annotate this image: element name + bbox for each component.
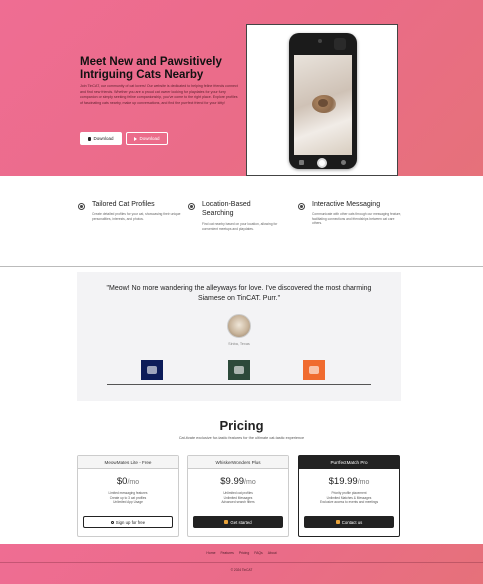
footer-link-faqs[interactable]: FAQs (254, 551, 262, 555)
footer-nav: Home Features Pricing FAQs About (0, 551, 483, 555)
feature-title: Location-Based Searching (202, 201, 251, 217)
phone-screen-cat-photo (294, 55, 352, 155)
get-started-button[interactable]: Get started (193, 516, 283, 528)
button-label: Sign up for free (115, 519, 146, 525)
section-divider (0, 266, 483, 267)
plan-features: Limited messaging features Create up to … (78, 491, 178, 505)
testimonial-section: "Meow! No more wandering the alleyways f… (77, 272, 401, 401)
chat-icon (298, 203, 305, 210)
button-label: Get started (230, 519, 252, 525)
testimonial-quote: "Meow! No more wandering the alleyways f… (106, 285, 372, 302)
partner-logo-3 (303, 360, 325, 380)
partner-logo-1 (141, 360, 163, 380)
paw-icon (78, 203, 85, 210)
cat-face (318, 99, 328, 107)
logo-mark (234, 366, 244, 374)
pricing-subtitle: Cat-tivate exclusive fur-tastic features… (178, 436, 305, 440)
partner-logo-2 (228, 360, 250, 380)
hero-description: Join TinCAT, our community of cat lovers… (80, 84, 238, 105)
phone-mockup (289, 33, 357, 169)
play-store-icon (134, 136, 138, 141)
footer-link-home[interactable]: Home (206, 551, 215, 555)
price-amount: $19.99 (328, 476, 358, 487)
plan-feature: Exclusive access to events and meetings (319, 500, 379, 505)
plan-name: PurrfectMatch Pro (299, 456, 399, 469)
feature-text: Create detailed profiles for your cat, s… (92, 212, 181, 221)
feature-title: Tailored Cat Profiles (92, 201, 155, 208)
feature-text: Communicate with other cats through our … (312, 212, 402, 225)
feature-title: Interactive Messaging (312, 201, 381, 208)
plan-price: $0/mo (78, 476, 178, 487)
footer: Home Features Pricing FAQs About © 2024 … (0, 544, 483, 584)
plan-feature: Unlimited App Usage (113, 500, 143, 505)
plan-price: $9.99/mo (188, 476, 288, 487)
contact-us-button[interactable]: Contact us (304, 516, 394, 528)
gallery-icon (299, 160, 304, 165)
pricing-card-free: MeowMates Lite - Free $0/mo Limited mess… (77, 455, 179, 537)
cat-icon (224, 520, 229, 524)
price-period: /mo (357, 479, 370, 486)
price-amount: $0 (116, 476, 128, 487)
download-android-label: Download (139, 136, 160, 141)
logo-mark (147, 366, 157, 374)
price-amount: $9.99 (220, 476, 245, 487)
logos-divider (107, 384, 371, 385)
pricing-card-pro: PurrfectMatch Pro $19.99/mo Priority pro… (298, 455, 400, 537)
plan-features: Unlimited cat profiles Unlimited Message… (188, 491, 288, 505)
footer-copyright: © 2024 TinCAT (230, 568, 253, 572)
cat-icon (335, 520, 340, 524)
hero-title: Meet New and Pawsitively Intriguing Cats… (80, 56, 222, 81)
phone-camera-dot (318, 39, 322, 43)
testimonial-author: Sinba, Texas (228, 342, 250, 346)
plan-features: Priority profile placement Unlimited Mat… (299, 491, 399, 505)
price-period: /mo (244, 479, 256, 486)
features-section: Tailored Cat Profiles Create detailed pr… (0, 176, 483, 266)
plan-name: WhiskerWonders Plus (188, 456, 288, 469)
plan-price: $19.99/mo (299, 476, 399, 487)
hero-image (246, 24, 398, 176)
location-icon (188, 203, 195, 210)
download-ios-button[interactable]: Download (80, 132, 122, 145)
plan-feature: Advanced search filters (221, 500, 255, 505)
hero-section: Meet New and Pawsitively Intriguing Cats… (0, 0, 483, 176)
avatar (227, 314, 251, 338)
download-ios-label: Download (93, 136, 114, 141)
switch-camera-icon (341, 160, 346, 165)
pricing-title: Pricing (219, 418, 264, 433)
button-label: Contact us (341, 519, 363, 525)
pricing-card-plus: WhiskerWonders Plus $9.99/mo Unlimited c… (187, 455, 289, 537)
footer-link-pricing[interactable]: Pricing (239, 551, 249, 555)
feature-text: Find cat nearby based on your location, … (202, 222, 278, 231)
sign-up-free-button[interactable]: Sign up for free (83, 516, 173, 528)
footer-link-features[interactable]: Features (220, 551, 233, 555)
plan-name: MeowMates Lite - Free (78, 456, 178, 469)
user-icon (110, 520, 114, 524)
price-period: /mo (127, 479, 140, 486)
shutter-button (317, 158, 327, 168)
footer-link-about[interactable]: About (268, 551, 277, 555)
logo-mark (309, 366, 319, 374)
phone-camera-module (334, 38, 346, 50)
download-android-button[interactable]: Download (126, 132, 168, 145)
footer-divider (0, 562, 483, 563)
apple-icon (88, 136, 92, 141)
